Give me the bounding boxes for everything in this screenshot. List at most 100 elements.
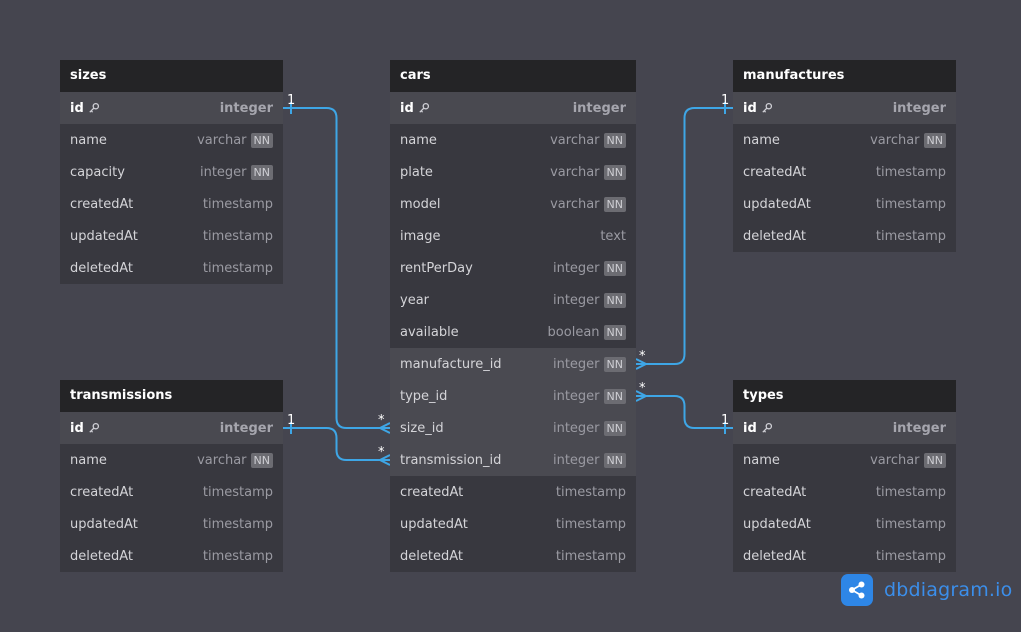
column-name: id (743, 101, 893, 116)
column-row-capacity[interactable]: capacity integer NN (60, 156, 283, 188)
not-null-badge: NN (250, 132, 273, 148)
column-type: timestamp (202, 548, 273, 564)
column-row-type-id[interactable]: type_id integer NN (390, 380, 636, 412)
table-header-manufactures[interactable]: manufactures (733, 60, 956, 92)
column-name: model (400, 197, 550, 212)
column-name-text: createdAt (70, 484, 134, 500)
column-type: integer (552, 292, 600, 308)
column-row-createdat[interactable]: createdAt timestamp (60, 188, 283, 220)
column-row-plate[interactable]: plate varchar NN (390, 156, 636, 188)
not-null-badge: NN (603, 388, 626, 404)
column-name-text: createdAt (743, 164, 807, 180)
table-cars[interactable]: cars id integer name varchar NN plate varchar NN… (390, 60, 636, 572)
column-name: id (743, 421, 893, 436)
column-name: size_id (400, 421, 553, 436)
table-header-cars[interactable]: cars (390, 60, 636, 92)
table-types[interactable]: types id integer name varchar NN createdAt time… (733, 380, 956, 572)
column-row-createdat[interactable]: createdAt timestamp (60, 476, 283, 508)
column-type: varchar (550, 164, 600, 180)
not-null-badge: NN (603, 164, 626, 180)
column-row-available[interactable]: available boolean NN (390, 316, 636, 348)
cardinality-one: 1 (721, 93, 730, 108)
column-type: integer (552, 420, 600, 436)
column-row-updatedat[interactable]: updatedAt timestamp (733, 188, 956, 220)
column-name: deletedAt (400, 549, 556, 564)
column-row-size-id[interactable]: size_id integer NN (390, 412, 636, 444)
column-name: createdAt (743, 165, 876, 180)
column-row-id[interactable]: id integer (60, 92, 283, 124)
column-type: timestamp (875, 228, 946, 244)
column-type: integer (572, 100, 626, 116)
column-type: timestamp (875, 164, 946, 180)
dbdiagram-logo[interactable]: dbdiagram.io (841, 574, 1012, 606)
column-type: timestamp (875, 196, 946, 212)
cardinality-many: * (378, 413, 385, 428)
column-name: name (743, 453, 870, 468)
column-row-updatedat[interactable]: updatedAt timestamp (390, 508, 636, 540)
column-name: transmission_id (400, 453, 553, 468)
column-type: integer (892, 420, 946, 436)
table-transmissions[interactable]: transmissions id integer name varchar NN creat… (60, 380, 283, 572)
column-type: integer (219, 420, 273, 436)
column-row-rentperday[interactable]: rentPerDay integer NN (390, 252, 636, 284)
column-row-manufacture-id[interactable]: manufacture_id integer NN (390, 348, 636, 380)
column-name-text: size_id (400, 420, 444, 436)
column-row-deletedat[interactable]: deletedAt timestamp (60, 540, 283, 572)
column-row-transmission-id[interactable]: transmission_id integer NN (390, 444, 636, 476)
column-name-text: deletedAt (70, 260, 133, 276)
column-name: id (400, 101, 573, 116)
column-row-id[interactable]: id integer (733, 92, 956, 124)
key-icon (761, 102, 773, 114)
column-type: varchar (870, 452, 920, 468)
relation-line-types (636, 395, 733, 429)
column-type: integer (892, 100, 946, 116)
column-type: varchar (550, 132, 600, 148)
column-name: deletedAt (70, 261, 203, 276)
column-name-text: deletedAt (743, 228, 806, 244)
column-row-year[interactable]: year integer NN (390, 284, 636, 316)
column-row-createdat[interactable]: createdAt timestamp (390, 476, 636, 508)
table-header-sizes[interactable]: sizes (60, 60, 283, 92)
not-null-badge: NN (603, 292, 626, 308)
column-type: timestamp (202, 228, 273, 244)
column-row-model[interactable]: model varchar NN (390, 188, 636, 220)
column-name-text: id (70, 420, 84, 436)
column-row-name[interactable]: name varchar NN (60, 444, 283, 476)
table-header-transmissions[interactable]: transmissions (60, 380, 283, 412)
column-row-createdat[interactable]: createdAt timestamp (733, 476, 956, 508)
column-row-updatedat[interactable]: updatedAt timestamp (60, 220, 283, 252)
column-name: updatedAt (400, 517, 556, 532)
column-row-name[interactable]: name varchar NN (733, 444, 956, 476)
column-row-deletedat[interactable]: deletedAt timestamp (60, 252, 283, 284)
column-row-name[interactable]: name varchar NN (390, 124, 636, 156)
column-name-text: id (70, 100, 84, 116)
column-row-updatedat[interactable]: updatedAt timestamp (733, 508, 956, 540)
column-name-text: plate (400, 164, 433, 180)
column-name: deletedAt (70, 549, 203, 564)
column-row-deletedat[interactable]: deletedAt timestamp (390, 540, 636, 572)
column-name: type_id (400, 389, 553, 404)
table-manufactures[interactable]: manufactures id integer name varchar NN create… (733, 60, 956, 252)
column-type: timestamp (202, 516, 273, 532)
column-type: timestamp (875, 548, 946, 564)
column-row-name[interactable]: name varchar NN (733, 124, 956, 156)
column-name: name (400, 133, 550, 148)
column-row-id[interactable]: id integer (60, 412, 283, 444)
column-name: createdAt (743, 485, 876, 500)
column-name-text: createdAt (70, 196, 134, 212)
column-row-id[interactable]: id integer (733, 412, 956, 444)
relation-line-manufactures (636, 107, 733, 365)
column-row-image[interactable]: image text (390, 220, 636, 252)
column-name-text: image (400, 228, 441, 244)
table-header-types[interactable]: types (733, 380, 956, 412)
column-row-createdat[interactable]: createdAt timestamp (733, 156, 956, 188)
column-row-deletedat[interactable]: deletedAt timestamp (733, 540, 956, 572)
table-sizes[interactable]: sizes id integer name varchar NN capacity integ… (60, 60, 283, 284)
column-row-updatedat[interactable]: updatedAt timestamp (60, 508, 283, 540)
column-row-id[interactable]: id integer (390, 92, 636, 124)
cardinality-one: 1 (287, 93, 296, 108)
column-row-name[interactable]: name varchar NN (60, 124, 283, 156)
share-icon (841, 574, 873, 606)
column-row-deletedat[interactable]: deletedAt timestamp (733, 220, 956, 252)
column-name: capacity (70, 165, 200, 180)
